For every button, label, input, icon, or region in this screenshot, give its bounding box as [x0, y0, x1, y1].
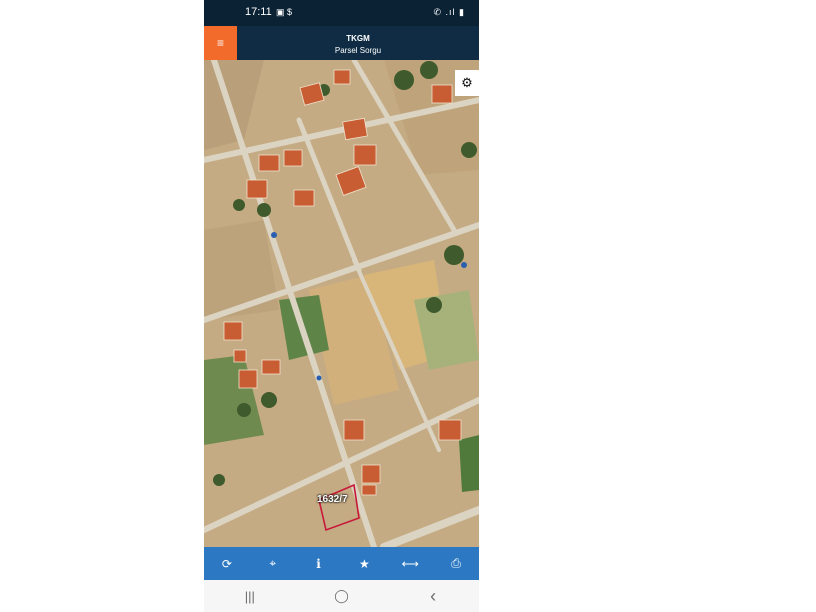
app-title-block: TKGM Parsel Sorgu [237, 26, 479, 60]
satellite-map[interactable]: ⚙ 1632/7 [204, 60, 479, 547]
hamburger-menu-button[interactable]: ≡ [204, 26, 237, 60]
app-subtitle: Parsel Sorgu [334, 46, 382, 55]
info-icon: i [316, 556, 321, 571]
recents-button[interactable]: ||| [204, 580, 296, 612]
map-imagery [204, 60, 479, 547]
home-button[interactable]: ◯ [296, 580, 388, 612]
star-icon: ★ [359, 556, 370, 571]
back-icon: ‹ [430, 585, 437, 606]
print-icon: ⎙ [451, 556, 461, 570]
recents-icon: ||| [244, 588, 255, 604]
status-bar: 17:11 ▣ $ ✆ .ıl ▮ [204, 0, 479, 26]
print-button[interactable]: ⎙ [433, 547, 479, 580]
refresh-button[interactable]: ⟳ [204, 547, 250, 580]
phone-screen: 17:11 ▣ $ ✆ .ıl ▮ ≡ TKGM Parsel Sorgu ⚙ … [204, 0, 479, 612]
hamburger-icon: ≡ [216, 36, 224, 50]
status-notification-icons: ▣ $ [276, 7, 293, 17]
locate-icon: ⌖ [269, 556, 277, 570]
locate-button[interactable]: ⌖ [250, 547, 296, 580]
map-settings-button[interactable]: ⚙ [455, 70, 479, 96]
refresh-icon: ⟳ [221, 556, 232, 571]
app-title: TKGM [346, 34, 370, 43]
app-bar: ≡ TKGM Parsel Sorgu [204, 26, 479, 60]
bottom-toolbar: ⟳ ⌖ i ★ ⟷ ⎙ [204, 547, 479, 580]
gear-icon: ⚙ [461, 75, 473, 90]
home-icon: ◯ [334, 588, 349, 603]
android-nav-bar: ||| ◯ ‹ [204, 580, 479, 612]
measure-icon: ⟷ [401, 556, 419, 571]
parcel-number-label: 1632/7 [317, 494, 348, 505]
favorite-button[interactable]: ★ [341, 547, 387, 580]
info-button[interactable]: i [296, 547, 342, 580]
status-system-icons: ✆ .ıl ▮ [433, 7, 465, 17]
status-time: 17:11 [245, 6, 272, 18]
measure-button[interactable]: ⟷ [387, 547, 433, 580]
back-button[interactable]: ‹ [387, 580, 479, 612]
